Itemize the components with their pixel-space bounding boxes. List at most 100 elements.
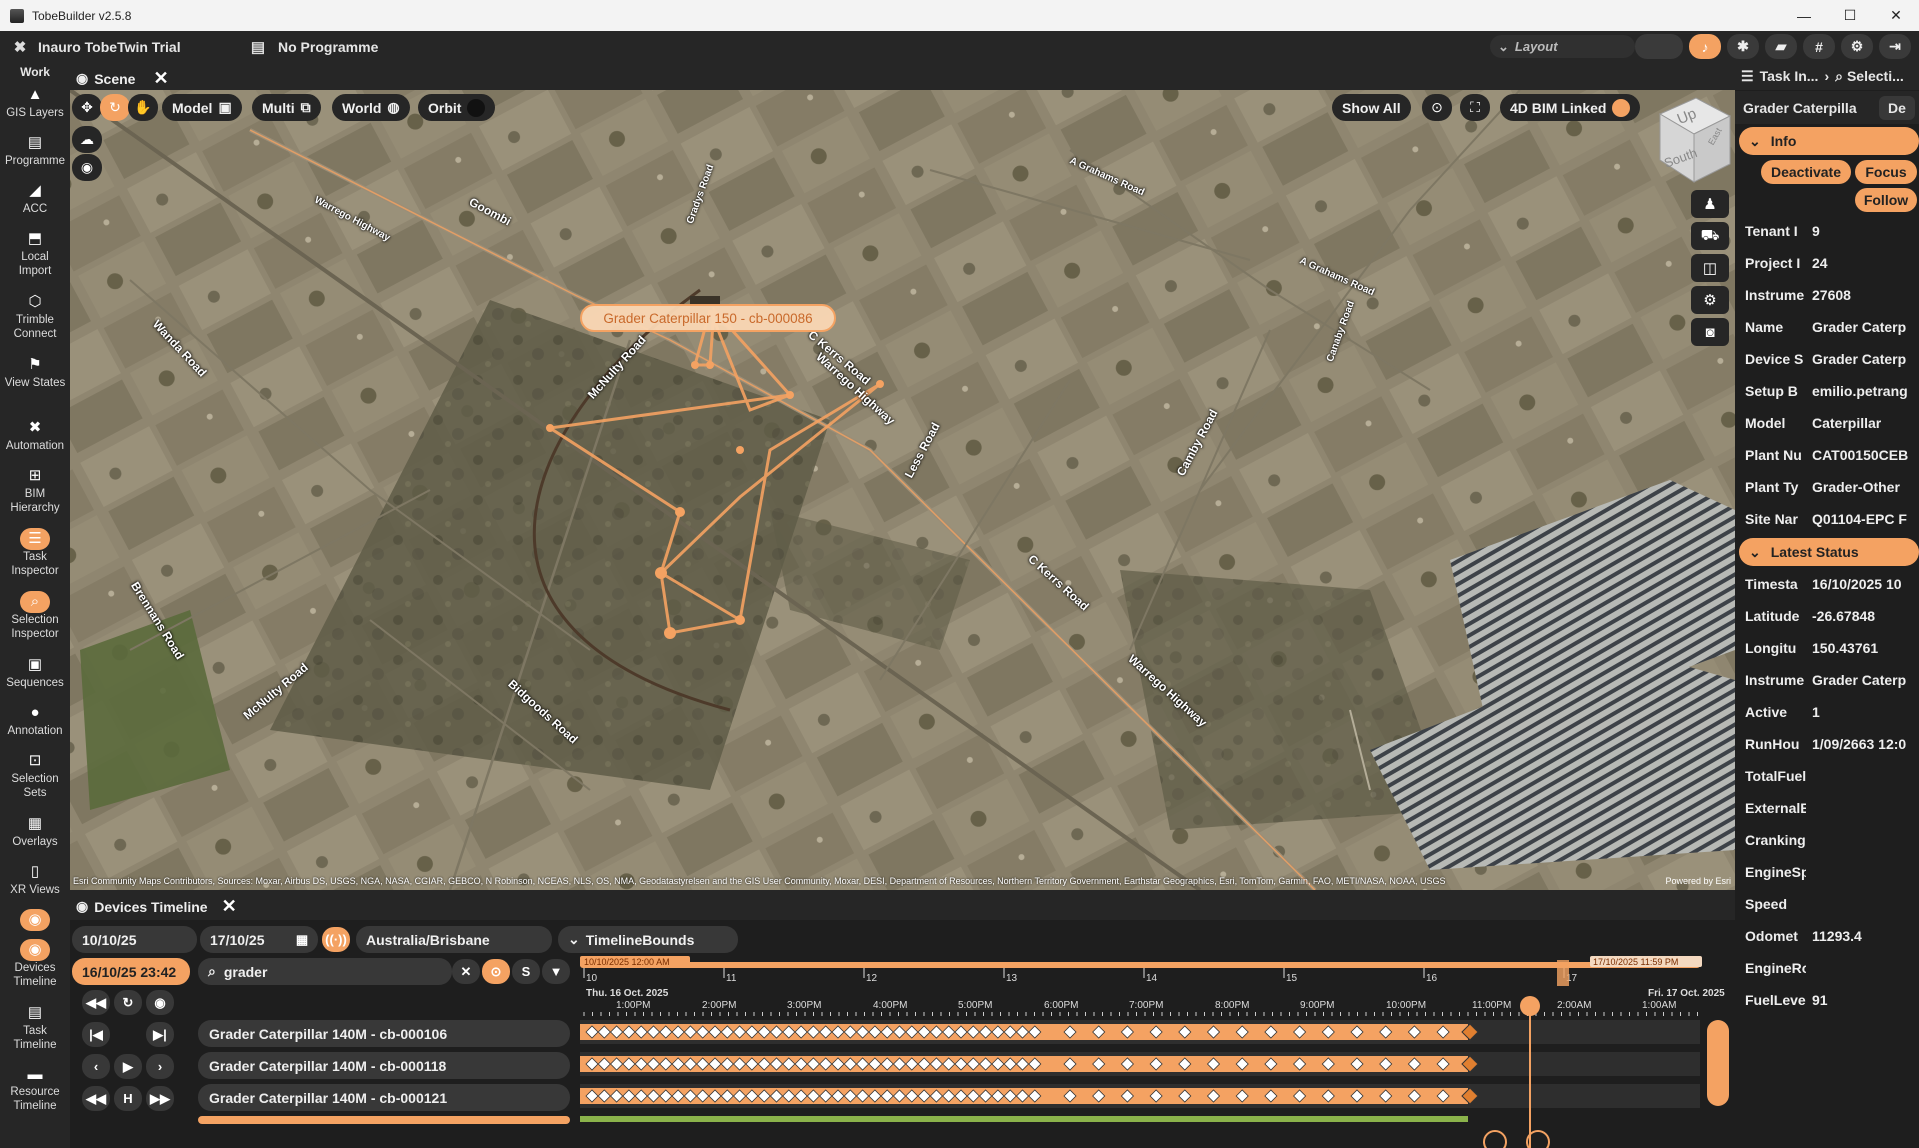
device-search-field[interactable]: ⌕ grader — [198, 958, 452, 985]
title-action-button[interactable]: De — [1879, 95, 1915, 120]
layers-icon[interactable]: ☁ — [72, 126, 102, 153]
blank-toggle-button[interactable] — [1635, 34, 1683, 59]
sidebar-item-devices-timeline[interactable]: ◉ Devices Timeline — [0, 935, 70, 998]
settings-gear-icon[interactable]: ⚙ — [1841, 34, 1873, 59]
grid-icon[interactable]: # — [1803, 34, 1835, 59]
model-mode-button[interactable]: Model ▣ — [162, 94, 242, 121]
move-tool-icon[interactable]: ✥ — [72, 94, 102, 121]
locate-target-icon[interactable]: ⊙ — [1422, 94, 1452, 121]
live-broadcast-icon[interactable]: ((·)) — [322, 927, 350, 952]
show-all-button[interactable]: Show All — [1332, 94, 1411, 121]
tab-selection-inspector[interactable]: Selecti... — [1847, 68, 1904, 84]
minimize-button[interactable]: — — [1781, 0, 1827, 31]
slower-icon[interactable]: ◀◀ — [82, 1086, 110, 1111]
project-name[interactable]: Inauro TobeTwin Trial — [38, 39, 248, 55]
person-walk-icon[interactable]: ♟ — [1691, 190, 1729, 218]
live-icon[interactable]: ◉ — [146, 990, 174, 1015]
sidebar-item-gis-layers[interactable]: ▲ GIS Layers — [0, 80, 70, 128]
sidebar-item-selection-sets[interactable]: ⊡ Selection Sets — [0, 746, 70, 809]
start-date-field[interactable]: 10/10/25 — [72, 926, 197, 953]
scene-settings-gear-icon[interactable]: ⚙ — [1691, 286, 1729, 314]
calendar-icon[interactable]: ▦ — [288, 927, 316, 952]
timeline-bounds-select[interactable]: ⌄ TimelineBounds — [558, 926, 738, 953]
s-toggle-button[interactable]: S — [512, 959, 540, 984]
skip-start-icon[interactable]: |◀ — [82, 1022, 110, 1047]
timeline-range-bar[interactable] — [580, 962, 1700, 968]
scene-viewport[interactable]: Goombi Wanda Road McNulty Road C Kerrs R… — [70, 90, 1735, 890]
tab-devices-timeline[interactable]: ◉ Devices Timeline ✕ — [76, 896, 237, 917]
sidebar-item-resource-timeline[interactable]: ▬ Resource Timeline — [0, 1061, 70, 1113]
maximize-button[interactable]: ☐ — [1827, 0, 1873, 31]
timeline-scrollbar-thumb[interactable] — [1707, 1020, 1729, 1106]
vehicle-icon[interactable]: ⛟ — [1691, 222, 1729, 250]
sidebar-item-programme[interactable]: ▤ Programme — [0, 128, 70, 176]
view-cube[interactable]: Up South East — [1650, 94, 1732, 188]
multi-select-button[interactable]: Multi ⧉ — [252, 94, 321, 121]
device-map-label[interactable]: Grader Caterpillar 150 - cb-000086 — [580, 304, 836, 332]
sidebar-item-view-states[interactable]: ⚑ View States — [0, 350, 70, 413]
timezone-select[interactable]: Australia/Brisbane — [356, 926, 552, 953]
sidebar-item-bim-hierarchy[interactable]: ⊞ BIM Hierarchy — [0, 461, 70, 524]
timeline-svg[interactable]: 10/10/2025 12:00 AM 17/10/2025 11:59 PM 10… — [580, 956, 1735, 1148]
clear-search-icon[interactable]: ✕ — [452, 959, 480, 984]
deactivate-button[interactable]: Deactivate — [1761, 160, 1851, 184]
device-row[interactable]: Grader Caterpillar 140M - cb-000121 — [198, 1084, 570, 1111]
playhead-handle[interactable] — [1520, 996, 1540, 1016]
sidebar-item-task-inspector[interactable]: ☰ Task Inspector — [0, 524, 70, 587]
programme-name[interactable]: No Programme — [278, 39, 378, 55]
world-mode-button[interactable]: World ◍ — [332, 94, 410, 121]
timeline-chart[interactable]: 10/10/2025 12:00 AM 17/10/2025 11:59 PM 10… — [580, 956, 1735, 1148]
skip-end-icon[interactable]: ▶| — [146, 1022, 174, 1047]
close-window-button[interactable]: ✕ — [1873, 0, 1919, 31]
current-time-field[interactable]: 16/10/25 23:42 — [72, 958, 190, 985]
tab-scene[interactable]: ◉ Scene ✕ — [76, 68, 169, 89]
range-cursor[interactable] — [1557, 960, 1569, 986]
play-icon[interactable]: ▶ — [114, 1054, 142, 1079]
bim-linked-toggle[interactable]: 4D BIM Linked — [1500, 94, 1641, 121]
h-button[interactable]: H — [114, 1086, 142, 1111]
orbit-toggle[interactable]: Orbit — [418, 94, 496, 121]
pan-hand-icon[interactable]: ✋ — [128, 94, 158, 121]
repeat-icon[interactable]: ↻ — [114, 990, 142, 1015]
sidebar-item-acc[interactable]: ◢ ACC — [0, 176, 70, 224]
layout-select[interactable]: ⌄ Layout — [1490, 35, 1635, 58]
sidebar-item-overlays[interactable]: ▦ Overlays — [0, 809, 70, 857]
device-row[interactable]: Grader Caterpillar 140M - cb-000106 — [198, 1020, 570, 1047]
folder-icon[interactable]: ▰ — [1765, 34, 1797, 59]
powered-by-esri[interactable]: Powered by Esri — [1665, 876, 1731, 886]
sidebar-item-automation[interactable]: ✖ Automation — [0, 413, 70, 461]
tools-icon[interactable]: ✖ — [10, 37, 30, 57]
visibility-eye-icon[interactable]: ◉ — [72, 154, 102, 181]
target-locate-icon[interactable]: ⊙ — [482, 959, 510, 984]
tab-task-inspector[interactable]: Task In... — [1760, 68, 1819, 84]
sidebar-item-selection-inspector[interactable]: ⌕ Selection Inspector — [0, 587, 70, 650]
step-forward-icon[interactable]: › — [146, 1054, 174, 1079]
close-timeline-tab-icon[interactable]: ✕ — [222, 896, 237, 917]
sidebar-item-annotation[interactable]: ● Annotation — [0, 698, 70, 746]
device-row[interactable]: Grader Caterpillar 140M - cb-000118 — [198, 1052, 570, 1079]
step-back-icon[interactable]: ‹ — [82, 1054, 110, 1079]
sidebar-item-trimble-connect[interactable]: ⬡ Trimble Connect — [0, 287, 70, 350]
sidebar-item-xr-views[interactable]: ▯ XR Views — [0, 857, 70, 905]
notification-bell-icon[interactable]: ♪ — [1689, 34, 1721, 59]
satellite-map[interactable] — [70, 90, 1735, 890]
close-scene-tab-icon[interactable]: ✕ — [153, 68, 168, 89]
rewind-icon[interactable]: ◀◀ — [82, 990, 110, 1015]
rotate-tool-icon[interactable]: ↻ — [100, 94, 130, 121]
sidebar-visibility-toggle[interactable]: ◉ — [0, 905, 70, 935]
logout-icon[interactable]: ⇥ — [1879, 34, 1911, 59]
follow-button[interactable]: Follow — [1855, 188, 1917, 212]
info-section-header[interactable]: ⌄ Info — [1739, 127, 1919, 155]
bug-report-icon[interactable]: ✱ — [1727, 34, 1759, 59]
sidebar-item-task-timeline[interactable]: ▤ Task Timeline — [0, 998, 70, 1061]
device-row-partial[interactable] — [198, 1116, 570, 1124]
vr-headset-icon[interactable]: ◙ — [1691, 318, 1729, 346]
fit-view-icon[interactable]: ⛶ — [1460, 94, 1490, 121]
split-view-icon[interactable]: ◫ — [1691, 254, 1729, 282]
filter-icon[interactable]: ▼ — [542, 959, 570, 984]
sidebar-item-local-import[interactable]: ⬒ Local Import — [0, 224, 70, 287]
focus-button[interactable]: Focus — [1855, 160, 1917, 184]
zoom-handle-left[interactable] — [1483, 1130, 1507, 1148]
sidebar-item-sequences[interactable]: ▣ Sequences — [0, 650, 70, 698]
faster-icon[interactable]: ▶▶ — [146, 1086, 174, 1111]
